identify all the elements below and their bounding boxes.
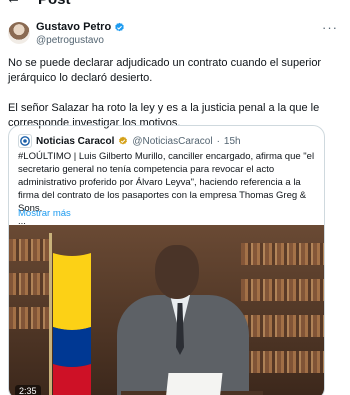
author-handle[interactable]: @petrogustavo xyxy=(36,35,104,46)
quoted-avatar xyxy=(18,134,32,148)
top-bar: ← Post xyxy=(0,0,350,10)
arrow-left-icon[interactable]: ← xyxy=(6,0,21,7)
caracol-logo-icon xyxy=(20,136,30,146)
speech-paper xyxy=(165,373,223,395)
tweet-paragraph: No se puede declarar adjudicado un contr… xyxy=(8,57,322,84)
quoted-time: 15h xyxy=(223,135,241,147)
verified-badge-icon xyxy=(115,22,125,31)
bookshelf-row xyxy=(241,351,324,373)
quoted-name: Noticias Caracol xyxy=(36,135,115,147)
verified-badge-icon xyxy=(119,136,128,145)
flag-pole xyxy=(49,233,52,395)
quoted-separator: · xyxy=(216,135,220,147)
quoted-body: #LOÚLTIMO | Luis Gilberto Murillo, canci… xyxy=(18,151,315,214)
bookshelf-row xyxy=(9,307,49,329)
bookshelf-row xyxy=(9,239,49,261)
page-title: Post xyxy=(38,0,71,8)
quoted-post[interactable]: Noticias Caracol @NoticiasCaracol · 15h … xyxy=(8,125,325,395)
author-name[interactable]: Gustavo Petro xyxy=(36,21,111,33)
video-duration: 2:35 xyxy=(15,385,41,395)
more-options-icon[interactable]: ··· xyxy=(322,20,338,35)
show-more-link[interactable]: Mostrar más xyxy=(18,208,71,219)
quoted-handle: @NoticiasCaracol xyxy=(132,135,213,147)
bookshelf-row xyxy=(241,315,324,337)
bookshelf-row xyxy=(241,279,324,301)
quoted-post-header: Noticias Caracol @NoticiasCaracol · 15h xyxy=(18,134,241,148)
colombia-flag-icon xyxy=(53,253,91,395)
avatar[interactable] xyxy=(8,22,30,44)
author-name-row: Gustavo Petro xyxy=(36,21,125,33)
speaker-head xyxy=(155,245,199,299)
video-player[interactable]: 2:35 xyxy=(9,225,324,395)
bookshelf-row xyxy=(9,273,49,295)
bookshelf-row xyxy=(241,243,324,265)
